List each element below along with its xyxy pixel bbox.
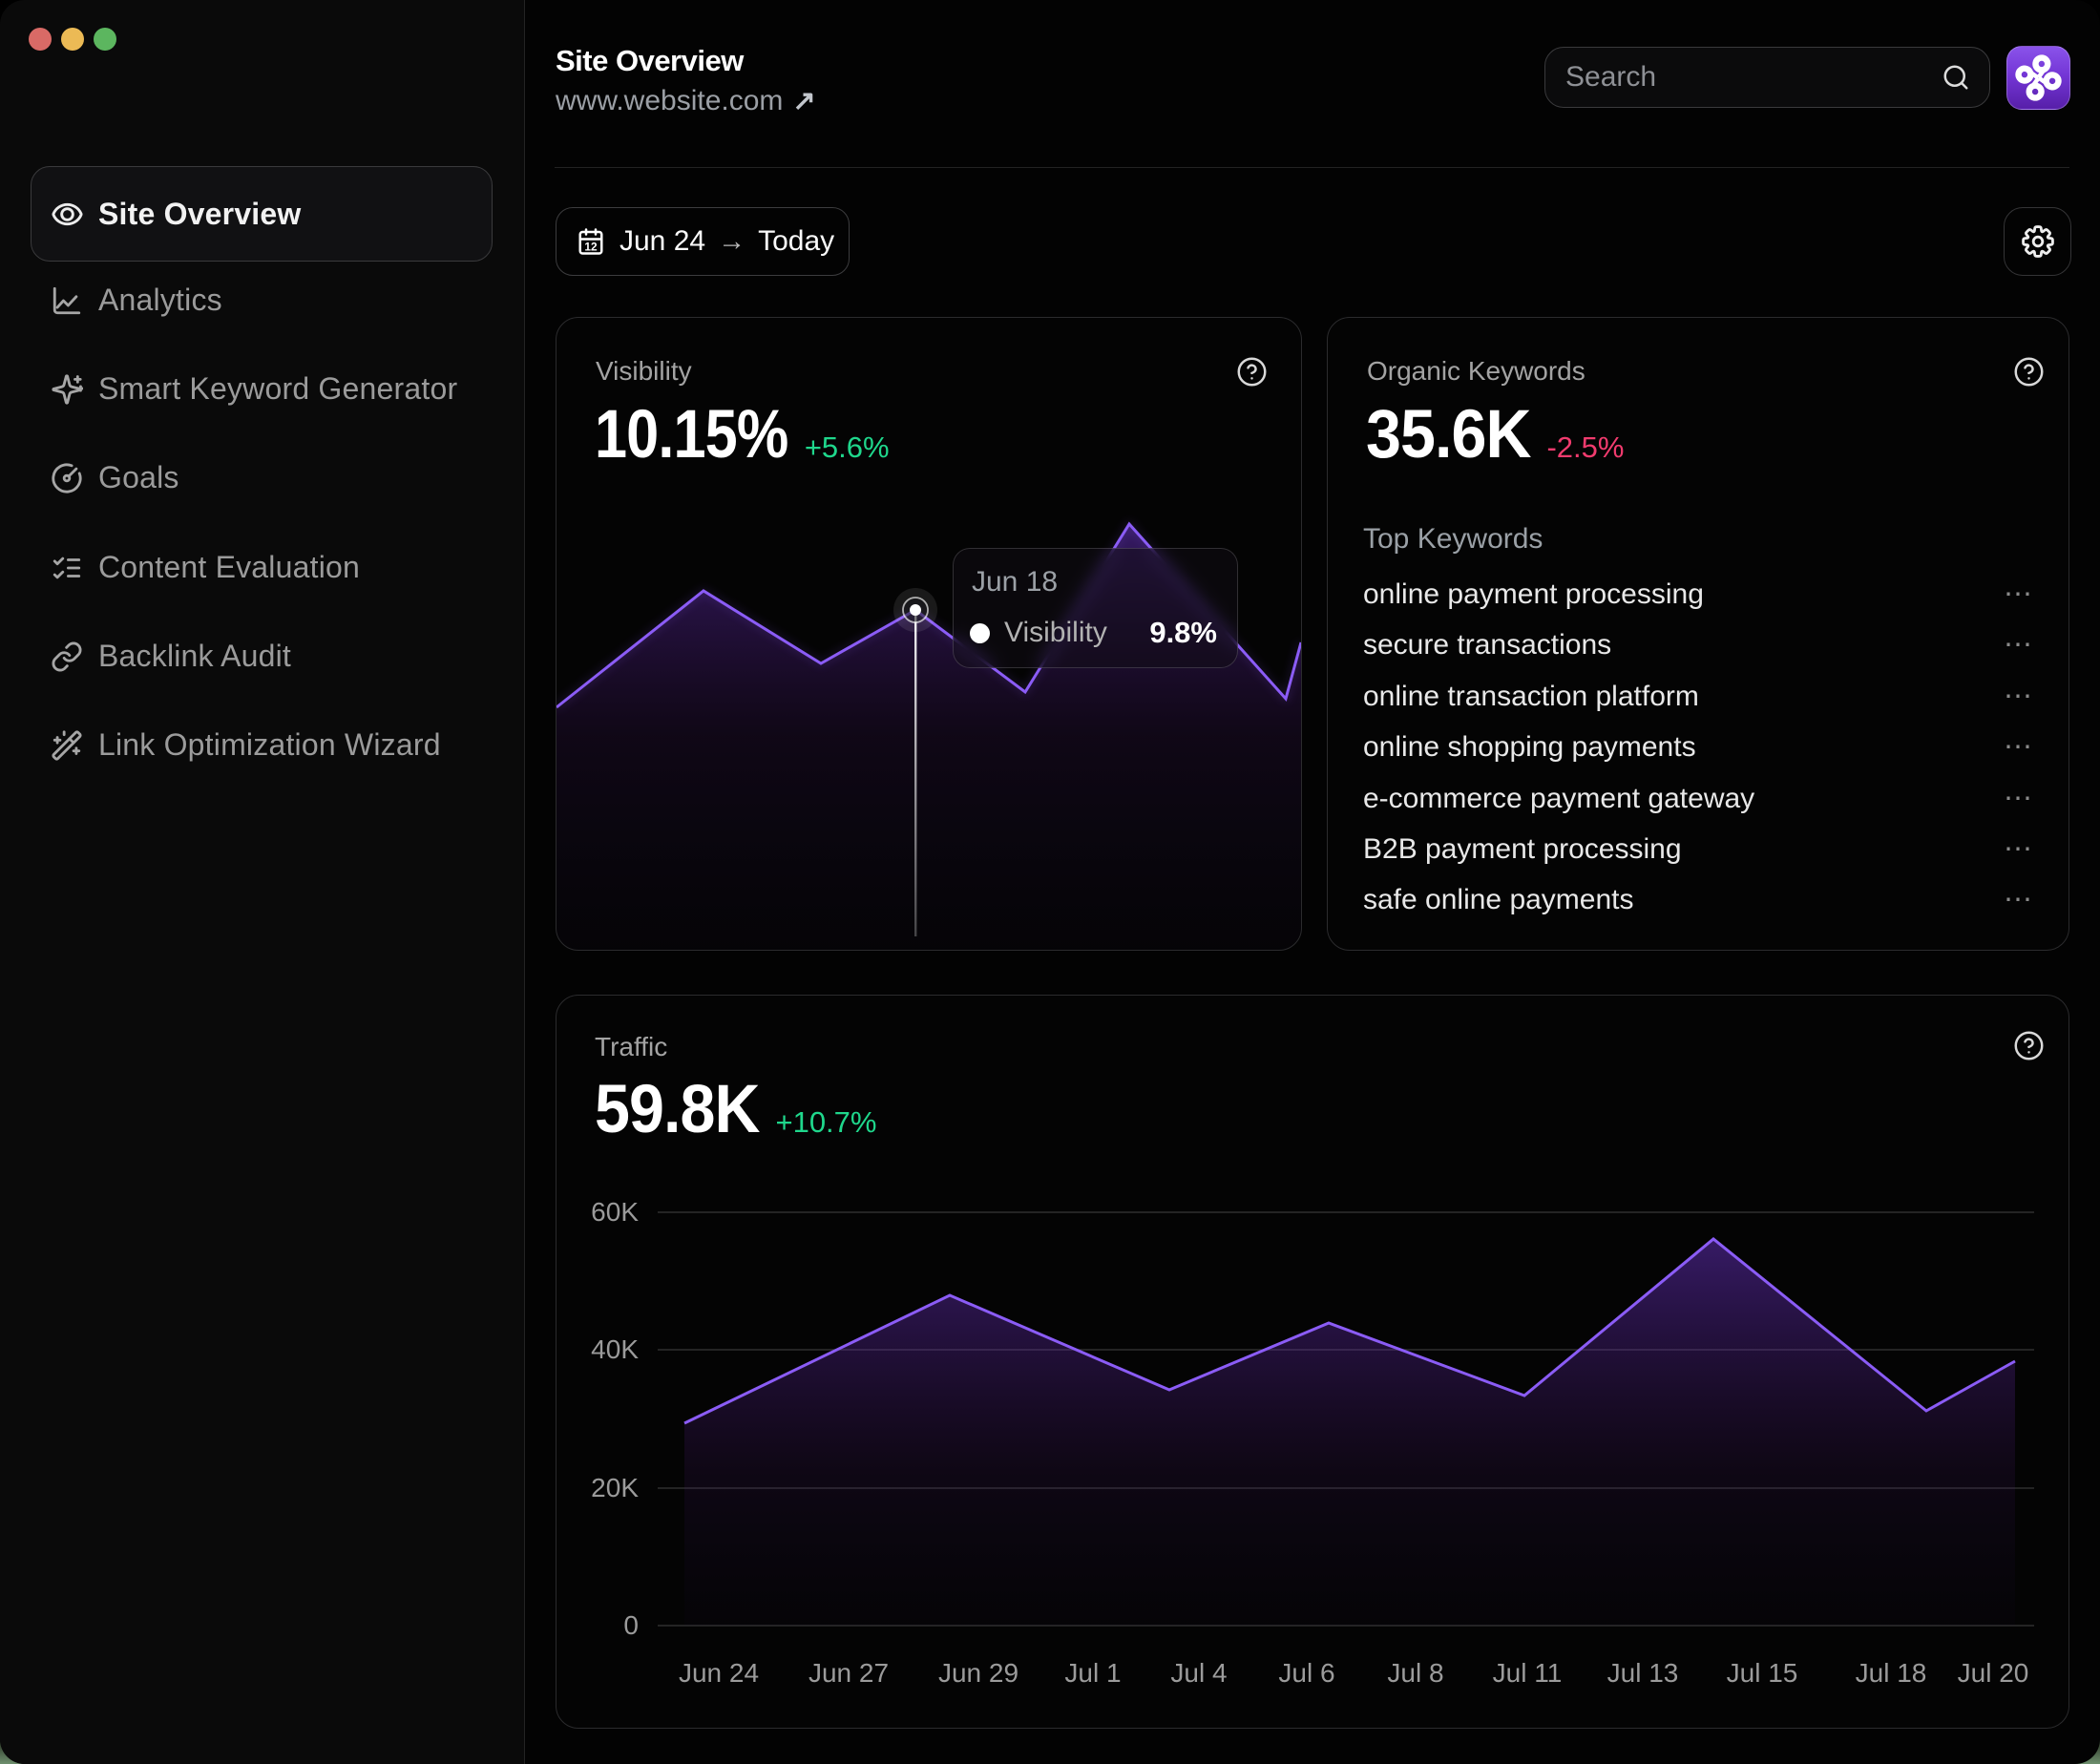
svg-text:12: 12	[584, 240, 598, 253]
